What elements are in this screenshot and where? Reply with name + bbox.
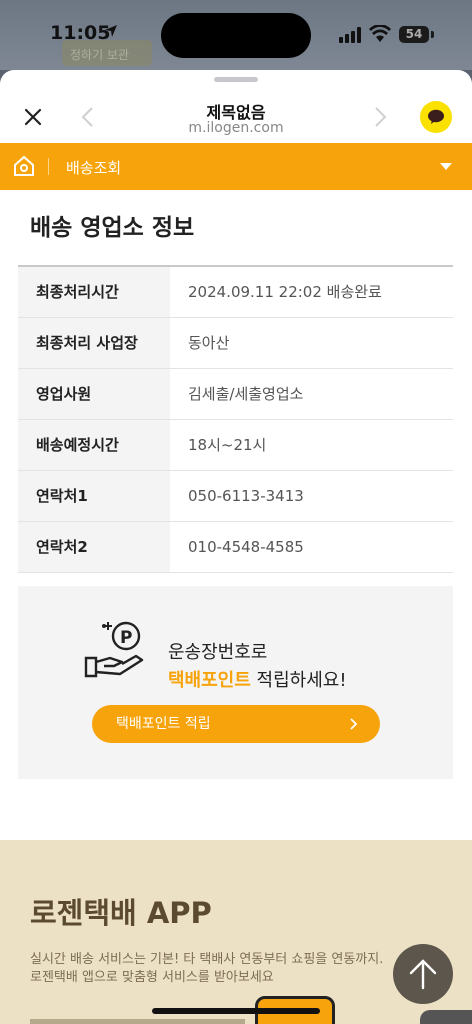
nav-divider xyxy=(48,158,49,175)
battery-icon: 54 xyxy=(399,26,429,43)
row-label: 영업사원 xyxy=(18,369,170,419)
promo-line2-rest: 적립하세요! xyxy=(250,670,347,691)
background-hint: 정하기 보관 xyxy=(62,40,152,66)
table-row: 최종처리시간 2024.09.11 22:02 배송완료 xyxy=(18,267,453,318)
home-indicator[interactable] xyxy=(152,1008,320,1014)
row-value: 18시~21시 xyxy=(188,436,267,454)
earn-point-button[interactable]: 택배포인트 적립 xyxy=(92,705,380,743)
earn-point-button-label: 택배포인트 적립 xyxy=(116,716,211,732)
wifi-icon xyxy=(369,25,391,42)
table-row: 최종처리 사업장 동아산 xyxy=(18,318,453,369)
row-value: 동아산 xyxy=(188,334,230,352)
scroll-to-top-button[interactable] xyxy=(393,944,453,1004)
phone-link[interactable]: 050-6113-3413 xyxy=(170,471,453,521)
chevron-right-icon xyxy=(350,718,358,730)
app-title: 로젠택배 APP xyxy=(30,896,212,930)
arrow-up-icon xyxy=(409,959,437,990)
app-desc-line1: 실시간 배송 서비스는 기본! 타 택배사 연동부터 쇼핑을 연동까지. xyxy=(30,952,384,967)
web-sheet: 제목없음 m.ilogen.com 배송조회 배송 영업소 정보 최종처리시간 … xyxy=(0,70,472,1024)
table-row: 연락처1 050-6113-3413 xyxy=(18,471,453,522)
app-store-button[interactable] xyxy=(30,1019,245,1024)
section-nav-bar[interactable]: 배송조회 xyxy=(0,143,472,190)
forward-arrow-icon[interactable] xyxy=(372,106,388,128)
phone-link[interactable]: 010-4548-4585 xyxy=(170,522,453,572)
promo-line1: 운송장번호로 xyxy=(168,642,268,663)
svg-text:P: P xyxy=(120,628,132,648)
sheet-grabber[interactable] xyxy=(214,77,258,82)
home-icon[interactable] xyxy=(13,155,35,177)
kakao-talk-icon xyxy=(428,109,444,124)
point-coin-hand-icon: P xyxy=(84,621,144,678)
row-label: 연락처2 xyxy=(18,522,170,572)
battery-tip xyxy=(431,31,434,38)
table-row: 배송예정시간 18시~21시 xyxy=(18,420,453,471)
row-value: 2024.09.11 22:02 배송완료 xyxy=(188,283,382,301)
location-arrow-icon xyxy=(105,25,117,37)
phone-image-secondary xyxy=(420,1010,472,1024)
page-url: m.ilogen.com xyxy=(188,120,284,136)
app-desc-line2: 로젠택배 앱으로 맞춤형 서비스를 받아보세요 xyxy=(30,970,274,985)
cellular-signal-icon xyxy=(339,27,361,43)
row-label: 연락처1 xyxy=(18,471,170,521)
caret-down-icon[interactable] xyxy=(440,163,452,170)
point-promo-box: P 운송장번호로 택배포인트 적립하세요! 택배포인트 적립 xyxy=(18,586,453,779)
section-title: 배송 영업소 정보 xyxy=(30,215,195,241)
promo-line2: 택배포인트 적립하세요! xyxy=(168,666,347,692)
row-label: 최종처리 사업장 xyxy=(18,318,170,368)
nav-label: 배송조회 xyxy=(66,159,122,177)
branch-info-table: 최종처리시간 2024.09.11 22:02 배송완료 최종처리 사업장 동아… xyxy=(18,265,453,573)
row-label: 최종처리시간 xyxy=(18,267,170,317)
promo-highlight: 택배포인트 xyxy=(168,670,251,691)
dynamic-island xyxy=(161,13,311,58)
table-row: 연락처2 010-4548-4585 xyxy=(18,522,453,573)
row-label: 배송예정시간 xyxy=(18,420,170,470)
app-promo-section: 로젠택배 APP 실시간 배송 서비스는 기본! 타 택배사 연동부터 쇼핑을 … xyxy=(0,840,472,1024)
row-value: 김세출/세출영업소 xyxy=(188,385,304,403)
kakao-talk-button[interactable] xyxy=(420,101,452,133)
table-row: 영업사원 김세출/세출영업소 xyxy=(18,369,453,420)
